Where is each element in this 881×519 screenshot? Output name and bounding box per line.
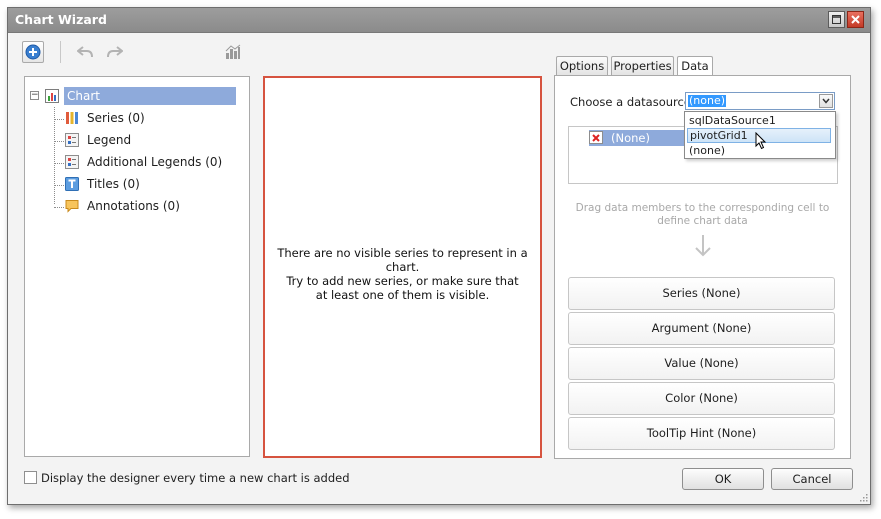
- chart-wizard-window: Chart Wizard − Chart Series (0) Legend A…: [7, 7, 871, 505]
- value-cell[interactable]: Value (None): [568, 347, 835, 380]
- window-title: Chart Wizard: [15, 12, 107, 27]
- tree-item-label: Annotations (0): [87, 199, 180, 213]
- dropdown-option-sqldatasource1[interactable]: sqlDataSource1: [687, 113, 833, 128]
- annotations-icon: [65, 200, 79, 213]
- toolbar: [8, 33, 870, 69]
- redo-icon: [107, 46, 123, 58]
- datasource-combo[interactable]: (none): [685, 92, 835, 110]
- tree-item-annotations[interactable]: Annotations (0): [65, 196, 183, 216]
- additional-legends-icon: [65, 155, 79, 169]
- resize-grip-icon[interactable]: [859, 493, 868, 502]
- tree-collapse-toggle[interactable]: −: [30, 91, 39, 100]
- tree-item-titles[interactable]: Titles (0): [65, 174, 143, 194]
- tab-options[interactable]: Options: [556, 56, 608, 75]
- cancel-button[interactable]: Cancel: [771, 468, 853, 490]
- tooltip-hint-cell[interactable]: ToolTip Hint (None): [568, 417, 835, 450]
- series-icon: [66, 112, 78, 124]
- hint-line: define chart data: [657, 215, 748, 227]
- datasource-dropdown-list: sqlDataSource1 pivotGrid1 (none): [684, 111, 836, 159]
- ok-button[interactable]: OK: [682, 468, 764, 490]
- dropdown-button[interactable]: [819, 94, 833, 108]
- datasource-label: Choose a datasource:: [570, 95, 695, 109]
- show-designer-label: Display the designer every time a new ch…: [41, 471, 350, 485]
- legend-icon: [65, 133, 79, 147]
- tree-item-label: Chart: [64, 87, 236, 105]
- tree-branch-line: [54, 207, 64, 208]
- tree-item-additional-legends[interactable]: Additional Legends (0): [65, 152, 225, 172]
- message-line: There are no visible series to represent…: [277, 246, 528, 274]
- tab-data[interactable]: Data: [677, 56, 713, 77]
- data-member-label: (None): [611, 131, 650, 145]
- titles-icon: [65, 177, 79, 191]
- chart-icon: [45, 89, 59, 103]
- show-designer-checkbox[interactable]: [24, 471, 37, 484]
- redo-button[interactable]: [106, 43, 124, 61]
- maximize-icon: [832, 15, 841, 24]
- undo-button[interactable]: [76, 43, 94, 61]
- chart-elements-tree: − Chart Series (0) Legend Additional Leg…: [24, 76, 250, 457]
- chart-preview: There are no visible series to represent…: [263, 76, 542, 458]
- tree-branch-line: [54, 141, 64, 142]
- add-icon: [25, 44, 41, 60]
- tree-branch-line: [54, 185, 64, 186]
- down-arrow-icon: [695, 235, 711, 257]
- tree-item-chart[interactable]: Chart: [45, 86, 236, 106]
- tree-branch-line: [54, 119, 64, 120]
- chevron-down-icon: [822, 98, 830, 104]
- empty-chart-message: There are no visible series to represent…: [265, 246, 540, 302]
- chart-type-button[interactable]: [224, 43, 242, 61]
- clear-datasource-icon[interactable]: [589, 131, 603, 144]
- close-button[interactable]: [847, 11, 864, 28]
- argument-cell[interactable]: Argument (None): [568, 312, 835, 345]
- message-line: at least one of them is visible.: [315, 288, 490, 302]
- mouse-cursor-icon: [755, 132, 767, 150]
- x-mark-icon: [592, 133, 600, 142]
- tree-branch-line: [54, 163, 64, 164]
- drag-hint: Drag data members to the corresponding c…: [570, 202, 835, 228]
- undo-icon: [77, 46, 93, 58]
- chart-type-icon: [225, 44, 241, 59]
- toolbar-separator: [60, 41, 61, 63]
- title-bar: Chart Wizard: [8, 8, 870, 33]
- tree-item-legend[interactable]: Legend: [65, 130, 134, 150]
- tree-item-label: Additional Legends (0): [87, 155, 223, 169]
- tab-properties[interactable]: Properties: [611, 56, 674, 75]
- series-cell[interactable]: Series (None): [568, 277, 835, 310]
- tree-item-label: Legend: [87, 133, 132, 147]
- add-button[interactable]: [22, 41, 44, 63]
- color-cell[interactable]: Color (None): [568, 382, 835, 415]
- message-line: Try to add new series, or make sure that: [286, 274, 519, 288]
- tree-item-label: Series (0): [87, 111, 145, 125]
- close-icon: [851, 15, 860, 24]
- tree-item-series[interactable]: Series (0): [65, 108, 148, 128]
- tree-item-label: Titles (0): [87, 177, 140, 191]
- datasource-value: (none): [688, 94, 727, 107]
- tree-guide-line: [54, 107, 55, 204]
- maximize-button[interactable]: [828, 11, 845, 28]
- data-tab-panel: Choose a datasource: (none) sqlDataSourc…: [554, 75, 851, 459]
- hint-line: Drag data members to the corresponding c…: [575, 202, 830, 214]
